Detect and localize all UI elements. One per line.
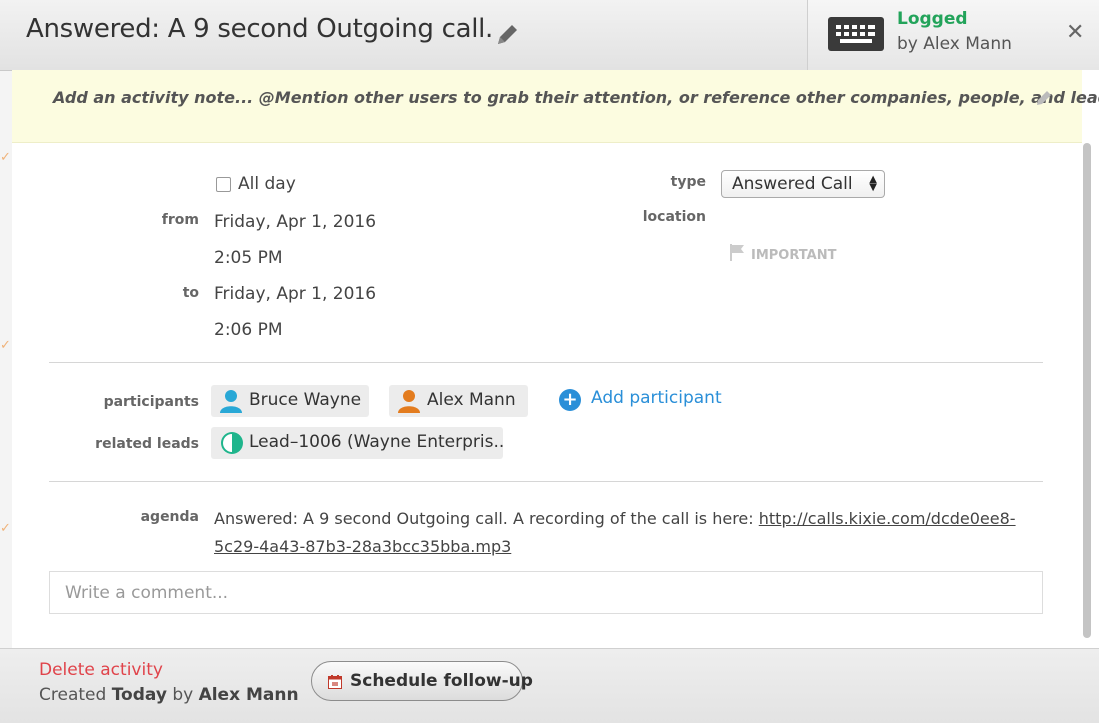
created-when: Today bbox=[111, 685, 167, 705]
agenda-body: Answered: A 9 second Outgoing call. A re… bbox=[214, 509, 759, 528]
pencil-icon[interactable] bbox=[492, 20, 522, 54]
type-label: type bbox=[670, 174, 706, 190]
comment-input[interactable]: Write a comment... bbox=[49, 571, 1043, 614]
keyboard-icon bbox=[828, 17, 884, 55]
from-date[interactable]: Friday, Apr 1, 2016 bbox=[214, 212, 376, 232]
logged-status-label: Logged bbox=[897, 9, 968, 29]
lead-pie-icon bbox=[220, 431, 244, 459]
participant-name: Bruce Wayne bbox=[249, 390, 362, 410]
created-prefix: Created bbox=[39, 685, 107, 705]
created-info: Created Today by Alex Mann bbox=[39, 685, 299, 705]
plus-circle-icon: + bbox=[559, 389, 581, 411]
important-toggle[interactable]: IMPORTANT bbox=[728, 242, 836, 263]
section-divider bbox=[49, 481, 1043, 482]
participant-chip[interactable]: Bruce Wayne bbox=[211, 385, 369, 417]
calendar-icon bbox=[328, 674, 342, 694]
to-time[interactable]: 2:06 PM bbox=[214, 320, 283, 340]
participants-label: participants bbox=[103, 394, 199, 410]
type-select-value: Answered Call bbox=[732, 174, 853, 194]
delete-activity-link[interactable]: Delete activity bbox=[39, 660, 163, 680]
section-divider bbox=[49, 362, 1043, 363]
activity-dialog-body: Add an activity note... @Mention other u… bbox=[12, 70, 1099, 648]
dialog-header: Answered: A 9 second Outgoing call. Logg… bbox=[0, 0, 1099, 71]
related-lead-chip[interactable]: Lead–1006 (Wayne Enterpris... bbox=[211, 427, 503, 459]
person-icon bbox=[398, 389, 420, 417]
all-day-label[interactable]: All day bbox=[238, 174, 296, 194]
all-day-checkbox[interactable] bbox=[216, 177, 231, 192]
add-participant-button[interactable]: + Add participant bbox=[559, 388, 722, 411]
agenda-text: Answered: A 9 second Outgoing call. A re… bbox=[214, 505, 1044, 561]
related-lead-name: Lead–1006 (Wayne Enterpris... bbox=[249, 432, 503, 452]
to-label: to bbox=[182, 285, 199, 301]
dialog-footer: Delete activity Created Today by Alex Ma… bbox=[0, 648, 1099, 723]
created-by-word: by bbox=[172, 685, 194, 705]
participant-name: Alex Mann bbox=[427, 390, 516, 410]
logged-by-text: by Alex Mann bbox=[897, 34, 1012, 54]
related-leads-label: related leads bbox=[95, 436, 199, 452]
activity-note-placeholder[interactable]: Add an activity note... @Mention other u… bbox=[53, 88, 1099, 107]
pencil-icon[interactable] bbox=[1034, 88, 1054, 112]
schedule-follow-up-label: Schedule follow-up bbox=[350, 671, 533, 691]
flag-icon bbox=[730, 244, 744, 261]
background-check-mark: ✓ bbox=[0, 338, 11, 353]
activity-title[interactable]: Answered: A 9 second Outgoing call. bbox=[26, 14, 493, 44]
participant-chip[interactable]: Alex Mann bbox=[389, 385, 528, 417]
created-user: Alex Mann bbox=[198, 685, 299, 705]
close-icon[interactable]: ✕ bbox=[1066, 20, 1084, 45]
schedule-follow-up-button[interactable]: Schedule follow-up bbox=[311, 661, 533, 701]
person-icon bbox=[220, 389, 242, 417]
activity-note-area[interactable]: Add an activity note... @Mention other u… bbox=[12, 70, 1099, 143]
select-arrows-icon: ▲ ▼ bbox=[869, 174, 877, 193]
important-label: IMPORTANT bbox=[751, 248, 837, 263]
from-label: from bbox=[161, 212, 199, 228]
background-check-mark: ✓ bbox=[0, 521, 11, 536]
logged-status-panel: Logged by Alex Mann ✕ bbox=[807, 0, 1099, 70]
from-time[interactable]: 2:05 PM bbox=[214, 248, 283, 268]
agenda-label: agenda bbox=[140, 509, 199, 525]
add-participant-label: Add participant bbox=[591, 388, 722, 408]
type-select[interactable]: Answered Call ▲ ▼ bbox=[721, 170, 885, 198]
location-label: location bbox=[642, 209, 706, 225]
scrollbar[interactable] bbox=[1083, 143, 1091, 638]
background-check-mark: ✓ bbox=[0, 150, 11, 165]
to-date[interactable]: Friday, Apr 1, 2016 bbox=[214, 284, 376, 304]
